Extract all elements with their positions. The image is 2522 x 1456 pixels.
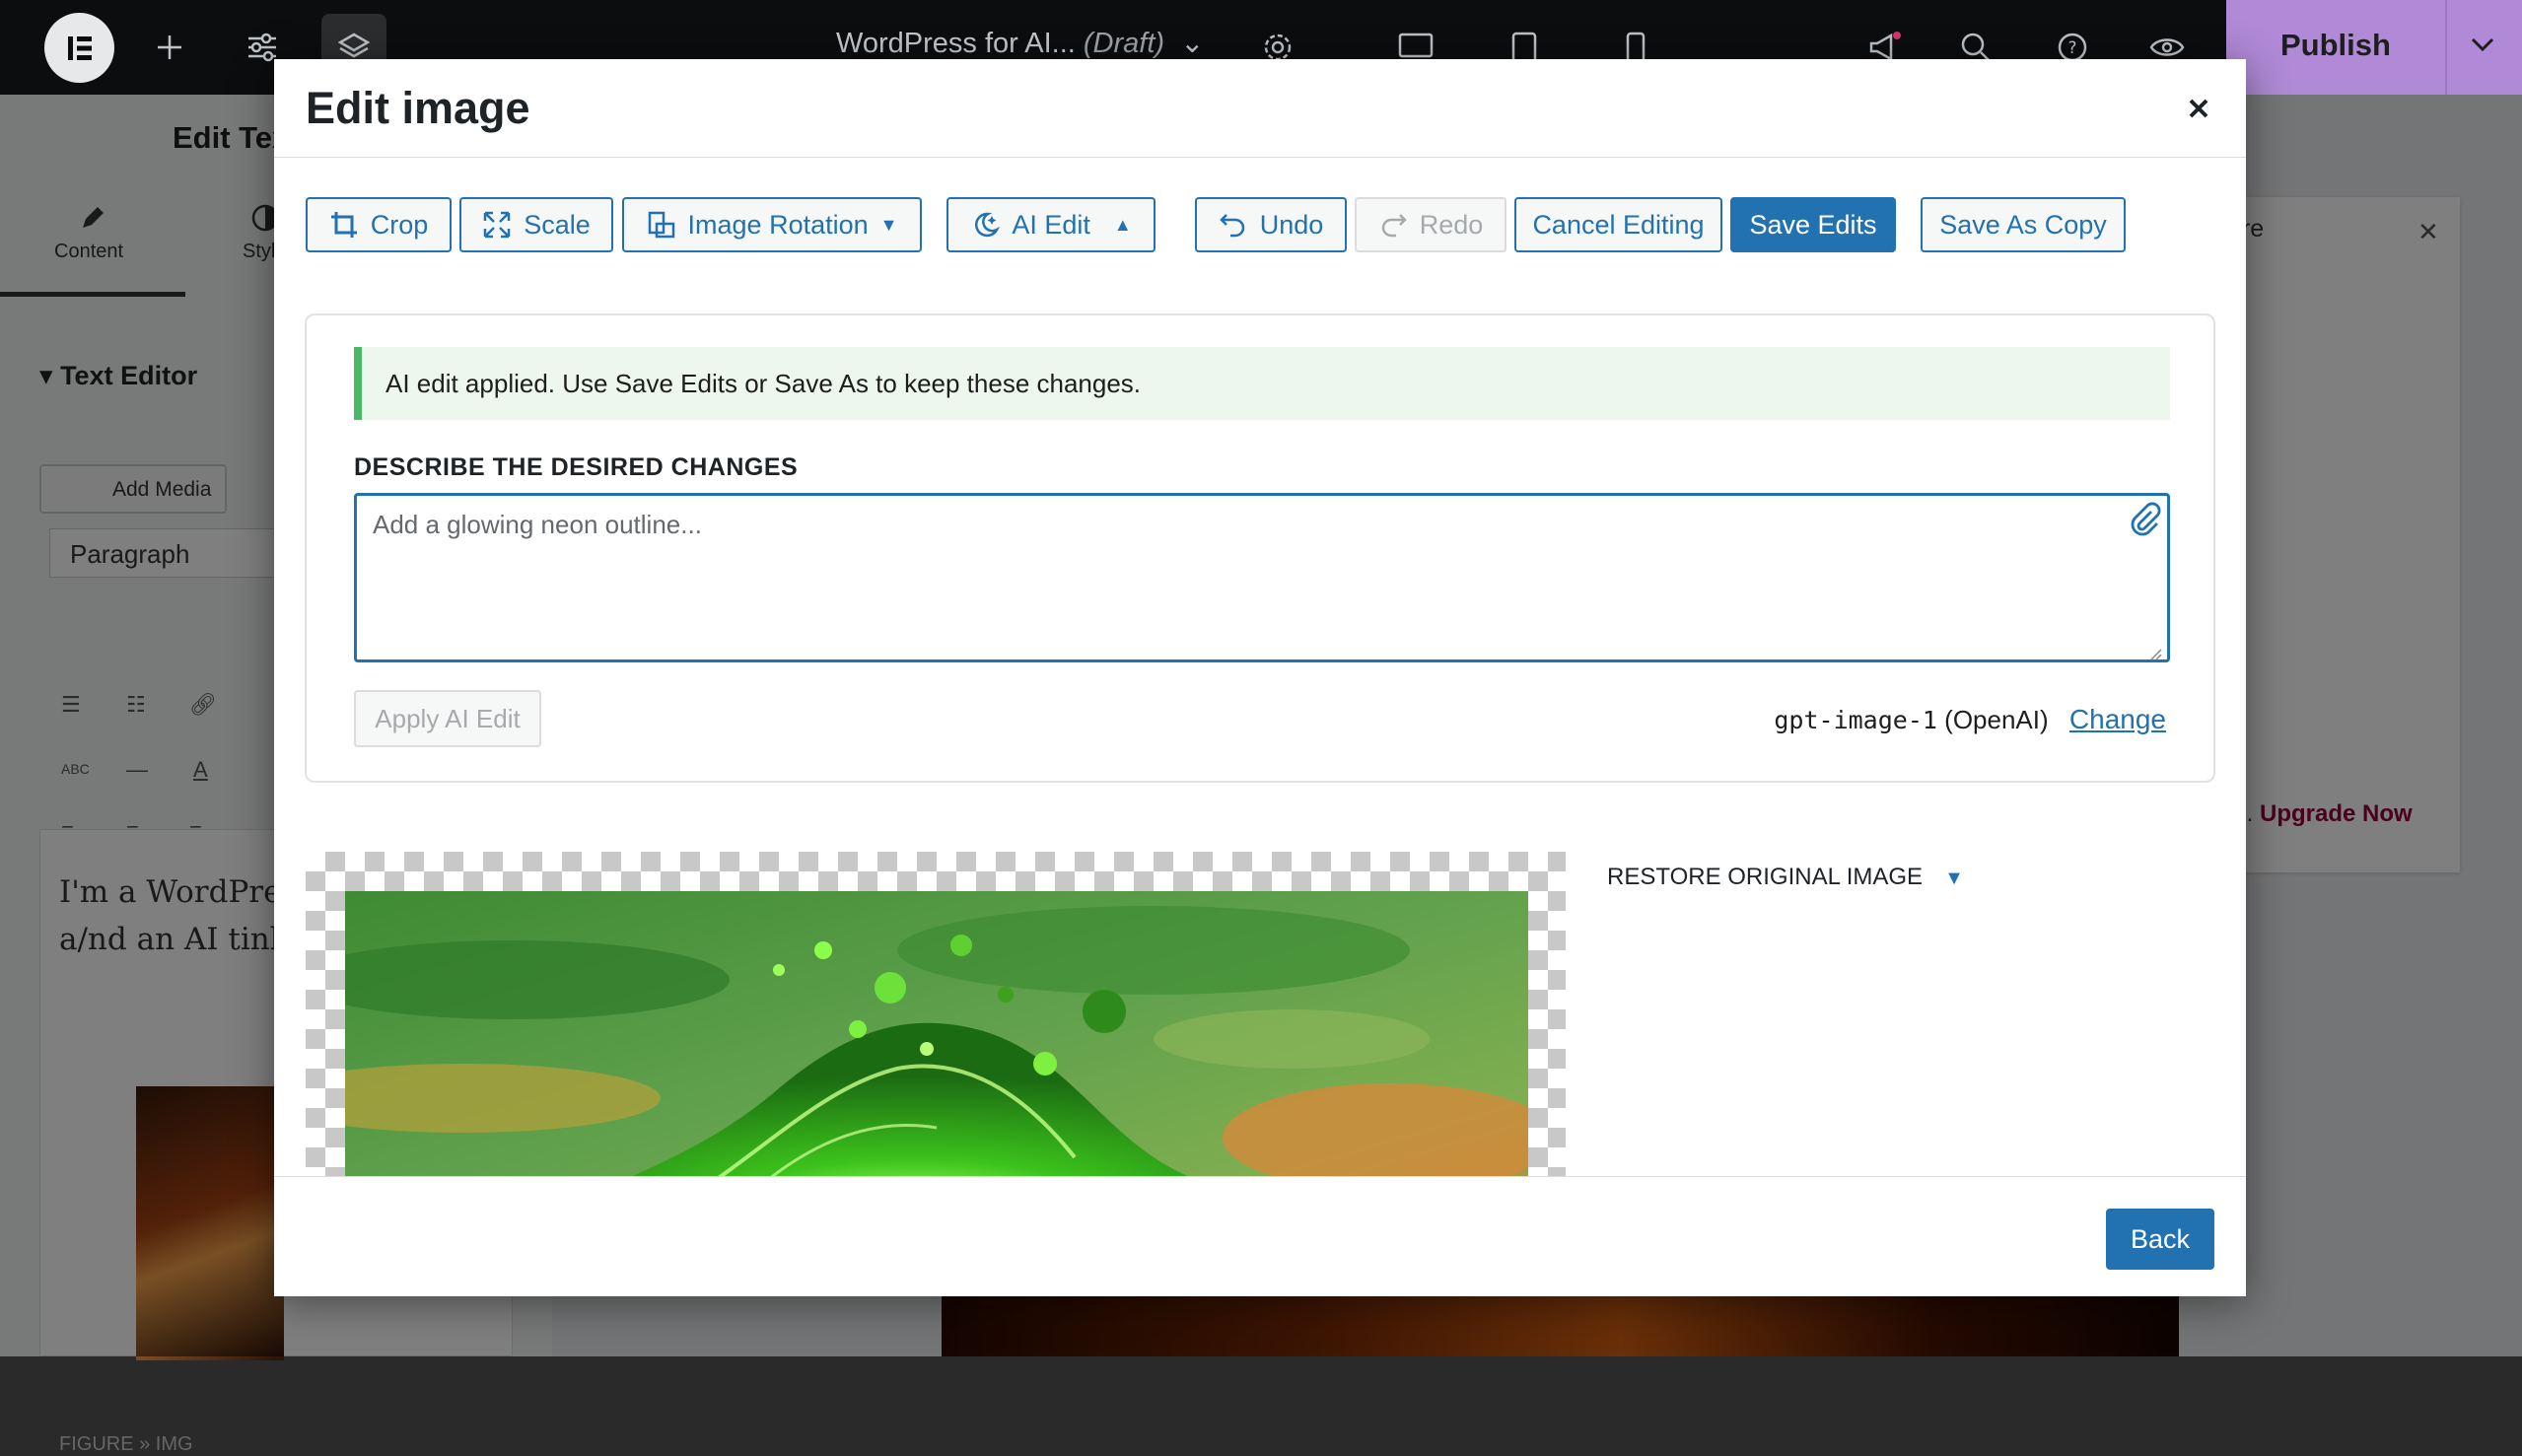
redo-button[interactable]: Redo [1355,197,1506,252]
scale-label: Scale [524,209,591,240]
ai-sparkle-icon [970,210,1001,240]
chevron-down-icon: ⌄ [1180,28,1205,59]
document-status: (Draft) [1083,28,1165,59]
close-icon[interactable] [2179,89,2218,128]
undo-label: Undo [1259,209,1324,240]
success-notice: AI edit applied. Use Save Edits or Save … [354,347,2170,420]
resize-grip-icon[interactable] [2148,647,2162,660]
image-rotation-button[interactable]: Image Rotation ▼ [622,197,922,252]
model-name: gpt-image-1 [1774,706,1937,734]
restore-original-image-toggle[interactable]: RESTORE ORIGINAL IMAGE ▼ [1607,864,1964,891]
model-info: gpt-image-1 (OpenAI) Change [1774,704,2166,735]
undo-button[interactable]: Undo [1195,197,1347,252]
ai-prompt-input[interactable] [354,493,2170,662]
crop-button[interactable]: Crop [306,197,452,252]
caret-down-icon: ▼ [879,214,898,235]
chevron-down-icon[interactable] [2468,30,2497,59]
change-model-link[interactable]: Change [2069,704,2166,734]
restore-label: RESTORE ORIGINAL IMAGE [1607,864,1924,890]
modal-footer: Back [274,1176,2246,1296]
ai-edit-panel: AI edit applied. Use Save Edits or Save … [305,313,2215,783]
crop-icon [329,210,359,240]
back-label: Back [2130,1223,2191,1254]
model-provider: (OpenAI) [1944,705,2049,734]
cancel-editing-button[interactable]: Cancel Editing [1514,197,1722,252]
crop-label: Crop [370,209,429,240]
rotate-icon [647,210,676,240]
back-button[interactable]: Back [2106,1209,2214,1270]
rotation-label: Image Rotation [687,209,869,240]
apply-ai-edit-button[interactable]: Apply AI Edit [354,690,541,747]
redo-icon [1378,210,1408,240]
describe-changes-label: DESCRIBE THE DESIRED CHANGES [354,453,799,481]
caret-up-icon: ▲ [1113,214,1132,235]
publish-divider [2445,0,2447,95]
add-element-icon[interactable] [146,24,193,71]
caret-down-icon: ▼ [1944,867,1964,889]
undo-icon [1219,210,1248,240]
save-as-copy-label: Save As Copy [1939,209,2107,240]
save-edits-button[interactable]: Save Edits [1730,197,1896,252]
publish-label: Publish [2280,28,2391,62]
ai-edit-button[interactable]: AI Edit ▲ [946,197,1156,252]
element-path: FIGURE » IMG [59,1433,193,1455]
publish-button[interactable]: Publish [2226,0,2522,95]
cancel-editing-label: Cancel Editing [1532,209,1705,240]
save-as-copy-button[interactable]: Save As Copy [1921,197,2126,252]
apply-ai-edit-label: Apply AI Edit [375,703,521,733]
document-title-text: WordPress for AI... [836,28,1076,59]
document-title[interactable]: WordPress for AI... (Draft) ⌄ [836,26,1204,60]
redo-label: Redo [1419,209,1484,240]
scale-icon [482,210,512,240]
svg-text:?: ? [2067,38,2076,58]
elementor-logo-icon[interactable] [44,13,114,83]
modal-header: Edit image [274,59,2246,158]
edit-image-modal: Edit image Crop Scale Image Rotation ▼ A… [274,59,2246,1296]
ai-edit-label: AI Edit [1012,209,1090,240]
attachment-paperclip-icon[interactable] [2127,501,2162,536]
scale-button[interactable]: Scale [459,197,613,252]
save-edits-label: Save Edits [1749,209,1877,240]
modal-title: Edit image [306,83,530,133]
